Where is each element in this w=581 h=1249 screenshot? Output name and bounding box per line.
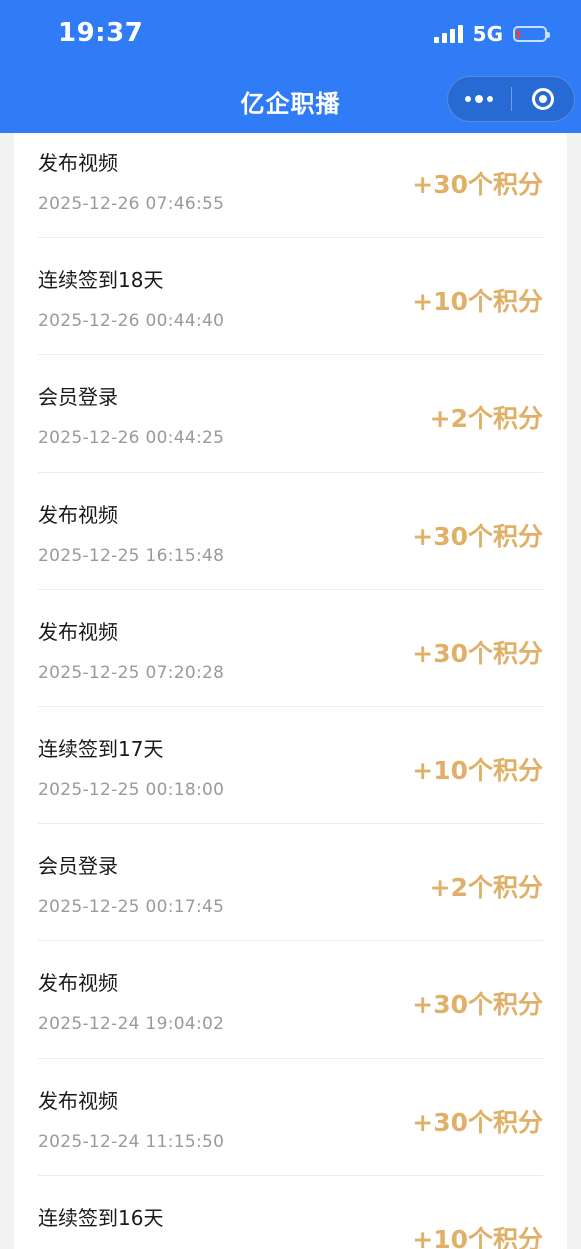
status-indicators: 5G [433, 22, 550, 46]
list-item: 发布视频 2025-12-24 19:04:02 +30个积分 [38, 941, 543, 1059]
record-points: +2个积分 [429, 873, 543, 903]
record-time: 2025-12-25 07:20:28 [38, 662, 225, 683]
app-header: 19:37 5G 亿企职播 [0, 0, 581, 133]
record-points: +30个积分 [412, 990, 543, 1020]
battery-icon [513, 26, 550, 42]
record-time: 2025-12-26 07:46:55 [38, 194, 225, 214]
record-points: +10个积分 [412, 755, 543, 785]
list-item: 会员登录 2025-12-25 00:17:45 +2个积分 [38, 824, 543, 942]
list-item: 发布视频 2025-12-26 07:46:55 +30个积分 [38, 133, 543, 239]
record-title: 发布视频 [38, 619, 118, 644]
network-type: 5G [472, 22, 503, 46]
more-dots-icon[interactable] [448, 77, 511, 121]
list-item: 连续签到17天 2025-12-25 00:18:00 +10个积分 [38, 707, 543, 825]
record-title: 发布视频 [38, 502, 118, 527]
record-time: 2025-12-25 16:15:48 [38, 545, 225, 566]
record-title: 连续签到18天 [38, 268, 164, 293]
points-record-list: 发布视频 2025-12-26 07:46:55 +30个积分 连续签到18天 2025… [38, 133, 543, 1249]
record-time: 2025-12-26 00:44:40 [38, 311, 225, 332]
record-points: +10个积分 [412, 287, 543, 317]
record-title: 连续签到17天 [38, 736, 164, 761]
record-points: +30个积分 [412, 1107, 543, 1137]
record-time: 2025-12-25 00:17:45 [38, 897, 225, 918]
record-title: 连续签到16天 [38, 1205, 164, 1230]
record-time: 2025-12-26 00:44:25 [38, 428, 225, 449]
list-item: 发布视频 2025-12-24 11:15:50 +30个积分 [38, 1059, 543, 1176]
record-points: +30个积分 [412, 170, 543, 199]
signal-icon [433, 25, 463, 43]
target-circle-icon[interactable] [512, 77, 575, 121]
mini-program-capsule [447, 76, 575, 122]
list-item: 连续签到16天 +10个积分 [38, 1176, 543, 1249]
record-time: 2025-12-24 11:15:50 [38, 1131, 225, 1152]
list-item: 会员登录 2025-12-26 00:44:25 +2个积分 [38, 355, 543, 473]
record-title: 发布视频 [38, 151, 118, 175]
record-title: 发布视频 [38, 971, 118, 996]
list-item: 连续签到18天 2025-12-26 00:44:40 +10个积分 [38, 238, 543, 356]
record-points: +30个积分 [412, 521, 543, 551]
record-title: 会员登录 [38, 385, 118, 410]
list-item: 发布视频 2025-12-25 07:20:28 +30个积分 [38, 590, 543, 707]
points-record-card: 发布视频 2025-12-26 07:46:55 +30个积分 连续签到18天 2025… [14, 133, 567, 1249]
record-time: 2025-12-24 19:04:02 [38, 1014, 225, 1035]
battery-level [517, 30, 520, 38]
list-item: 发布视频 2025-12-25 16:15:48 +30个积分 [38, 473, 543, 590]
record-points: +30个积分 [412, 638, 543, 668]
record-title: 会员登录 [38, 854, 118, 879]
record-time: 2025-12-25 00:18:00 [38, 779, 225, 800]
status-time: 19:37 [58, 18, 144, 48]
record-title: 发布视频 [38, 1088, 118, 1113]
record-points: +10个积分 [412, 1224, 543, 1249]
record-points: +2个积分 [429, 404, 543, 434]
